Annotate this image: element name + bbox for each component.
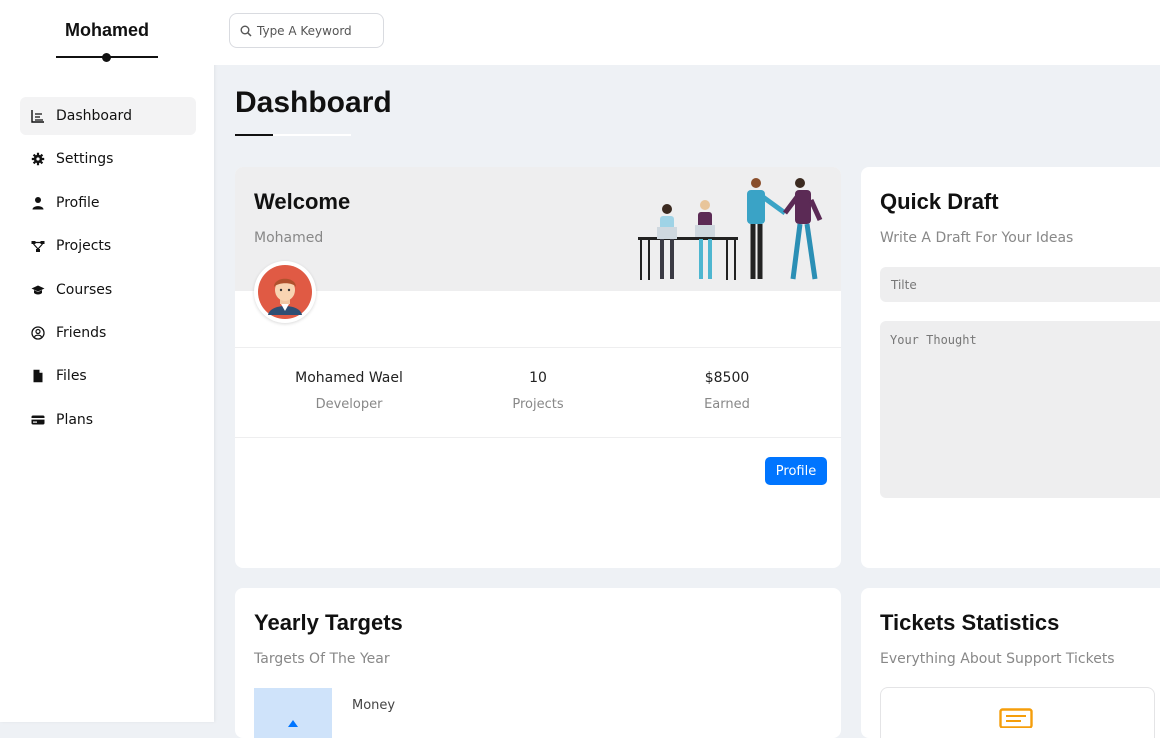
welcome-divider-top (235, 347, 841, 348)
tickets-statistics-subtitle: Everything About Support Tickets (880, 651, 1115, 667)
file-icon (30, 368, 46, 384)
user-circle-icon (30, 325, 46, 341)
draft-thought-placeholder: Your Thought (890, 333, 977, 347)
money-target-icon-box (254, 688, 332, 738)
dollar-icon (288, 720, 298, 727)
quick-draft-title: Quick Draft (880, 189, 999, 214)
quick-draft-card: Quick Draft Write A Draft For Your Ideas… (861, 167, 1160, 568)
welcome-card: Welcome Mohamed Mohamed Wael Developer 1… (235, 167, 841, 568)
sidebar-item-files[interactable]: Files (20, 357, 196, 395)
sidebar-item-label: Settings (56, 151, 114, 168)
sidebar-item-label: Dashboard (56, 108, 132, 124)
welcome-subtitle: Mohamed (254, 230, 324, 246)
top-bar: Type A Keyword (214, 0, 1160, 65)
team-illustration (638, 178, 823, 280)
sidebar: Mohamed Dashboard Settings Profile Proje… (0, 0, 214, 722)
sidebar-item-courses[interactable]: Courses (20, 271, 196, 309)
user-icon (30, 195, 46, 211)
yearly-targets-subtitle: Targets Of The Year (254, 651, 390, 667)
stat-label: Projects (512, 397, 564, 412)
avatar (254, 261, 316, 323)
ticket-stat-box (880, 687, 1155, 738)
sidebar-item-label: Courses (56, 281, 113, 298)
stat-value: 10 (529, 370, 547, 386)
sidebar-item-settings[interactable]: Settings (20, 140, 196, 178)
page-title-underline-light (273, 134, 351, 136)
quick-draft-subtitle: Write A Draft For Your Ideas (880, 230, 1074, 246)
sidebar-nav: Dashboard Settings Profile Projects Cour… (20, 97, 196, 444)
draft-title-placeholder: Tilte (891, 277, 917, 292)
sidebar-item-plans[interactable]: Plans (20, 401, 196, 439)
stat-earned: $8500 Earned (637, 370, 817, 412)
sidebar-item-label: Friends (56, 324, 107, 341)
sidebar-item-label: Plans (56, 411, 94, 428)
stat-projects: 10 Projects (448, 370, 628, 412)
credit-card-icon (30, 412, 46, 428)
sidebar-item-profile[interactable]: Profile (20, 184, 196, 222)
gear-icon (30, 151, 46, 167)
welcome-divider-bottom (235, 437, 841, 438)
page-title: Dashboard (235, 86, 392, 119)
stat-label: Earned (704, 397, 750, 412)
tickets-statistics-card: Tickets Statistics Everything About Supp… (861, 588, 1160, 738)
target-label: Money (352, 698, 396, 713)
sidebar-item-friends[interactable]: Friends (20, 314, 196, 352)
draft-thought-textarea[interactable]: Your Thought (880, 321, 1160, 498)
sidebar-item-projects[interactable]: Projects (20, 227, 196, 265)
welcome-card-header: Welcome Mohamed (235, 167, 841, 291)
stat-value: $8500 (704, 370, 750, 386)
sidebar-item-dashboard[interactable]: Dashboard (20, 97, 196, 135)
tickets-statistics-title: Tickets Statistics (880, 610, 1060, 635)
stat-value: Mohamed Wael (295, 370, 403, 386)
draft-title-input[interactable]: Tilte (880, 267, 1160, 302)
profile-button[interactable]: Profile (765, 457, 827, 485)
brand-name: Mohamed (64, 20, 149, 40)
search-icon (240, 25, 252, 37)
yearly-targets-title: Yearly Targets (254, 610, 403, 635)
yearly-targets-card: Yearly Targets Targets Of The Year Money (235, 588, 841, 738)
sidebar-item-label: Projects (56, 238, 112, 255)
stat-name: Mohamed Wael Developer (259, 370, 439, 412)
chart-icon (30, 108, 46, 124)
diagram-icon (30, 238, 46, 254)
search-placeholder: Type A Keyword (257, 23, 352, 38)
sidebar-item-label: Profile (56, 194, 100, 211)
ticket-list-icon (999, 708, 1033, 728)
search-input[interactable]: Type A Keyword (229, 13, 384, 48)
stat-label: Developer (315, 397, 383, 412)
sidebar-item-label: Files (56, 368, 87, 385)
welcome-title: Welcome (254, 189, 351, 214)
brand-underline-dot (102, 53, 111, 62)
graduation-cap-icon (30, 282, 46, 298)
page-title-underline (235, 134, 273, 136)
